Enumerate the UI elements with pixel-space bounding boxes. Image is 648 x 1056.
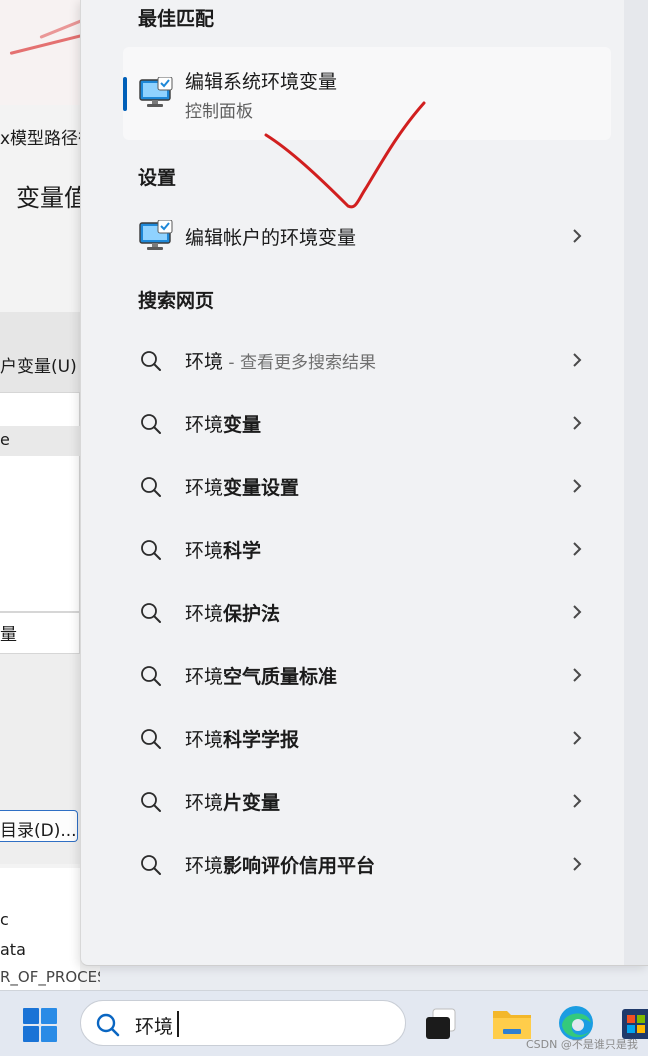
- taskbar-search-query: 环境: [135, 1016, 174, 1038]
- web-result-row[interactable]: 环境科学学报: [123, 713, 611, 763]
- search-icon: [139, 538, 163, 566]
- background-user-vars-list: [0, 392, 80, 612]
- search-icon: [139, 664, 163, 692]
- web-result-label: 环境保护法: [185, 599, 280, 626]
- web-result-label: 环境空气质量标准: [185, 662, 337, 689]
- task-view-icon: [426, 1008, 456, 1039]
- chevron-right-icon: [571, 540, 583, 562]
- suggestion-suffix: 片变量: [223, 792, 281, 814]
- web-result-label: 环境变量设置: [185, 473, 299, 500]
- suggestion-suffix: 影响评价信用平台: [223, 855, 376, 877]
- search-results-panel: 最佳匹配 编辑系统环境变量 控制面板 设置 编辑帐户的环境变量 搜索网页 环境 …: [80, 0, 648, 966]
- background-system-label: 量: [0, 625, 17, 645]
- web-result-row[interactable]: 环境 - 查看更多搜索结果: [123, 335, 611, 385]
- suggestion-suffix: 变量: [223, 414, 262, 436]
- query-prefix: 环境: [185, 603, 224, 625]
- search-icon: [139, 412, 163, 440]
- system-properties-icon: [139, 219, 173, 256]
- best-match-heading: 最佳匹配: [138, 8, 215, 30]
- chevron-right-icon: [571, 666, 583, 688]
- search-icon: [139, 853, 163, 881]
- background-user-vars-label: 户变量(U): [0, 357, 77, 377]
- background-browse-dir-button[interactable]: 目录(D)...: [0, 810, 78, 842]
- search-icon: [139, 349, 163, 377]
- background-list-row-text: e: [0, 430, 10, 449]
- chevron-right-icon: [571, 729, 583, 751]
- web-search-heading: 搜索网页: [138, 290, 215, 312]
- web-result-label: 环境科学学报: [185, 725, 299, 752]
- web-result-row[interactable]: 环境影响评价信用平台: [123, 839, 611, 889]
- suggestion-hint: - 查看更多搜索结果: [223, 353, 376, 373]
- query-prefix: 环境: [185, 414, 224, 436]
- query-prefix: 环境: [185, 666, 224, 688]
- query-prefix: 环境: [185, 792, 224, 814]
- background-env-row: R_OF_PROCESSORS 16: [0, 968, 100, 986]
- query-prefix: 环境: [185, 855, 224, 877]
- text-caret: [177, 1011, 179, 1037]
- web-result-label: 环境 - 查看更多搜索结果: [185, 347, 376, 374]
- taskbar-search-box[interactable]: 环境: [80, 1000, 406, 1046]
- settings-result-edit-account-env[interactable]: 编辑帐户的环境变量: [123, 211, 611, 261]
- web-result-row[interactable]: 环境片变量: [123, 776, 611, 826]
- background-value-label: 变量值: [16, 184, 88, 212]
- search-icon: [139, 601, 163, 629]
- watermark-text: CSDN @不是谁只是我: [526, 1038, 638, 1051]
- background-env-row: c: [0, 910, 9, 929]
- web-result-label: 环境变量: [185, 410, 261, 437]
- suggestion-suffix: 空气质量标准: [223, 666, 338, 688]
- web-result-row[interactable]: 环境变量: [123, 398, 611, 448]
- query-prefix: 环境: [185, 351, 224, 373]
- web-result-label: 环境影响评价信用平台: [185, 851, 375, 878]
- web-result-row[interactable]: 环境科学: [123, 524, 611, 574]
- query-prefix: 环境: [185, 540, 224, 562]
- best-match-subtitle: 控制面板: [185, 102, 253, 122]
- settings-result-label: 编辑帐户的环境变量: [185, 227, 357, 249]
- start-button[interactable]: [20, 1005, 60, 1045]
- best-match-result[interactable]: 编辑系统环境变量 控制面板: [123, 47, 611, 140]
- background-browse-dir-label: 目录(D)...: [0, 821, 77, 841]
- system-properties-icon: [139, 76, 173, 113]
- chevron-right-icon: [571, 477, 583, 499]
- chevron-right-icon: [571, 414, 583, 436]
- start-icon: [23, 1008, 57, 1042]
- chevron-right-icon: [571, 227, 583, 249]
- search-icon: [139, 475, 163, 503]
- chevron-right-icon: [571, 351, 583, 373]
- search-icon: [95, 1012, 121, 1042]
- selection-indicator: [123, 77, 127, 111]
- chevron-right-icon: [571, 855, 583, 877]
- suggestion-suffix: 保护法: [223, 603, 281, 625]
- chevron-right-icon: [571, 792, 583, 814]
- web-result-label: 环境片变量: [185, 788, 280, 815]
- suggestion-suffix: 变量设置: [223, 477, 300, 499]
- background-env-row: ata: [0, 940, 26, 959]
- web-result-row[interactable]: 环境空气质量标准: [123, 650, 611, 700]
- chevron-right-icon: [571, 603, 583, 625]
- settings-heading: 设置: [138, 167, 177, 189]
- task-view-button[interactable]: [422, 1001, 466, 1045]
- web-result-row[interactable]: 环境变量设置: [123, 461, 611, 511]
- query-prefix: 环境: [185, 729, 224, 751]
- background-list-row: [0, 426, 80, 456]
- search-icon: [139, 727, 163, 755]
- best-match-title: 编辑系统环境变量: [185, 71, 338, 93]
- web-result-label: 环境科学: [185, 536, 261, 563]
- suggestion-suffix: 科学: [223, 540, 262, 562]
- web-result-row[interactable]: 环境保护法: [123, 587, 611, 637]
- search-icon: [139, 790, 163, 818]
- panel-scroll-gutter: [624, 0, 648, 965]
- query-prefix: 环境: [185, 477, 224, 499]
- suggestion-suffix: 科学学报: [223, 729, 300, 751]
